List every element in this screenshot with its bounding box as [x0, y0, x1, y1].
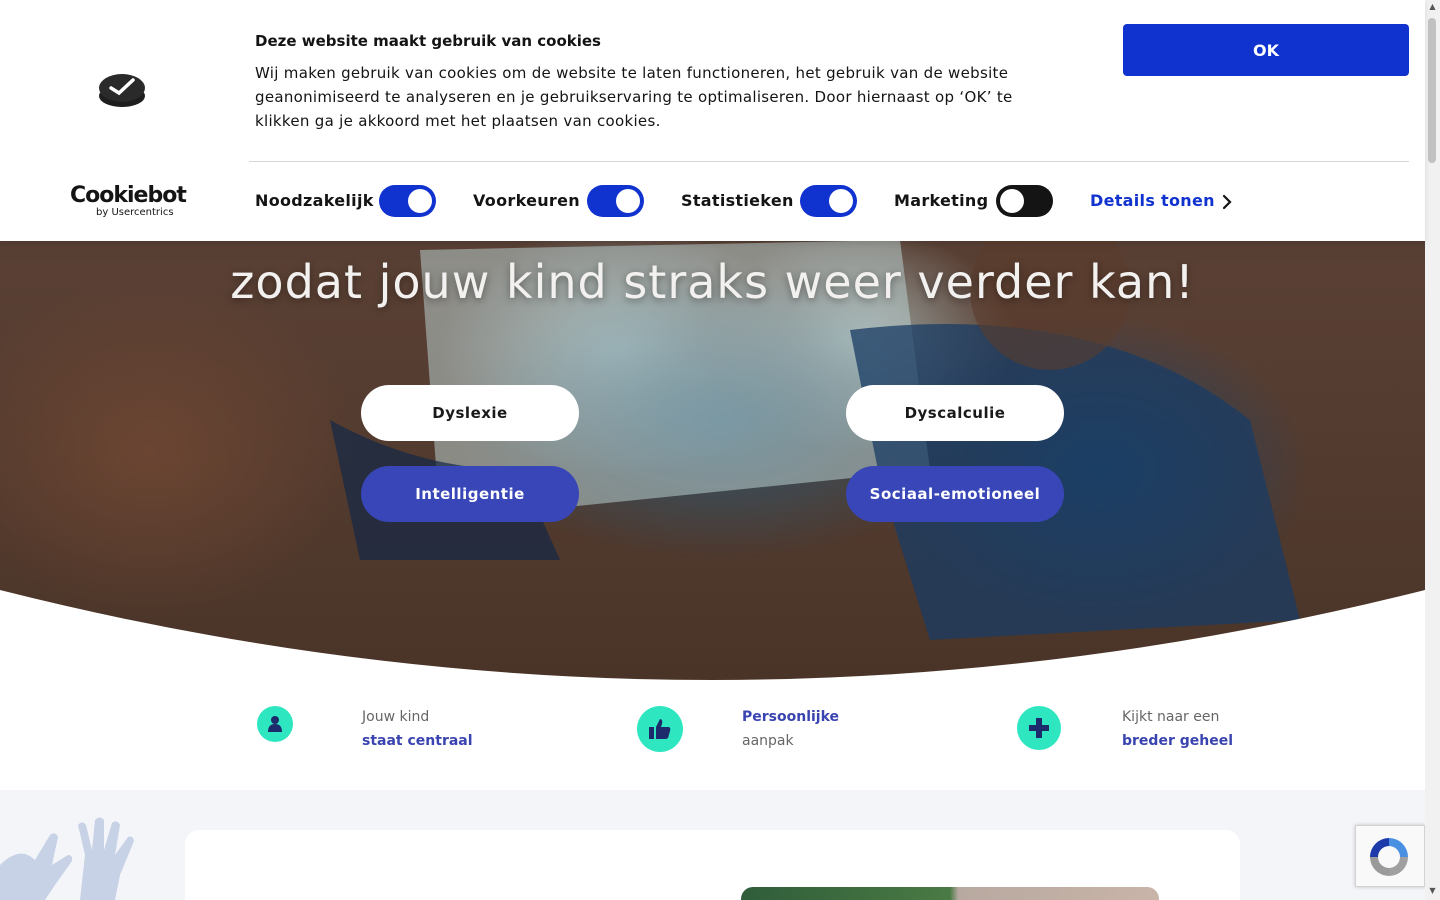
feature-thumbs	[637, 706, 683, 752]
toggle-knob	[616, 189, 640, 213]
user-icon	[268, 716, 282, 732]
details-link[interactable]: Details tonen	[1090, 191, 1215, 210]
intelligentie-button[interactable]: Intelligentie	[361, 466, 579, 522]
feature-3-line2: breder geheel	[1122, 733, 1233, 749]
thumbs-up-icon	[649, 719, 671, 739]
cookiebot-logo: Cookiebot by Usercentrics	[70, 183, 187, 219]
dyslexie-button[interactable]: Dyslexie	[361, 385, 579, 441]
toggle-marketing[interactable]	[996, 185, 1053, 217]
hands-decoration	[0, 817, 134, 900]
toggle-noodzakelijk[interactable]	[379, 185, 436, 217]
toggle-statistieken[interactable]	[800, 185, 857, 217]
feature-2-line2: aanpak	[742, 733, 794, 749]
toggle-label-statistieken: Statistieken	[681, 191, 794, 210]
hero-headline: zodat jouw kind straks weer verder kan!	[230, 255, 1195, 309]
toggle-label-marketing: Marketing	[894, 191, 989, 210]
cookie-banner: Deze website maakt gebruik van cookies W…	[0, 0, 1425, 241]
feature-plus	[1017, 706, 1061, 750]
toggle-knob	[1000, 189, 1024, 213]
toggle-knob	[829, 189, 853, 213]
feature-2-line1: Persoonlijke	[742, 709, 840, 725]
scrollbar-thumb[interactable]	[1428, 18, 1436, 163]
feature-1-line2: staat centraal	[362, 733, 473, 749]
scroll-up-arrow-icon[interactable]: ▲	[1427, 2, 1438, 12]
hero-curve	[0, 590, 1425, 690]
toggle-voorkeuren[interactable]	[587, 185, 644, 217]
ok-button[interactable]: OK	[1123, 24, 1409, 76]
feature-user	[257, 706, 293, 742]
recaptcha-badge[interactable]	[1355, 825, 1425, 887]
scroll-down-arrow-icon[interactable]: ▼	[1427, 886, 1438, 896]
sociaal-emotioneel-button[interactable]: Sociaal-emotioneel	[846, 466, 1064, 522]
cookie-divider	[249, 161, 1409, 162]
dyscalculie-button[interactable]: Dyscalculie	[846, 385, 1064, 441]
site-logo-icon	[99, 74, 145, 107]
toggle-label-voorkeuren: Voorkeuren	[473, 191, 580, 210]
cookiebot-subtitle: by Usercentrics	[96, 207, 174, 218]
feature-1-line1: Jouw kind	[362, 709, 430, 725]
toggle-knob	[408, 189, 432, 213]
toggle-label-noodzakelijk: Noodzakelijk	[255, 191, 374, 210]
plus-icon	[1029, 718, 1049, 738]
cookiebot-wordmark: Cookiebot	[70, 183, 187, 208]
cookie-description: Wij maken gebruik van cookies om de webs…	[255, 64, 1013, 130]
card-image	[741, 887, 1159, 900]
chevron-right-icon[interactable]	[1220, 193, 1234, 211]
feature-3-line1: Kijkt naar een	[1122, 709, 1220, 725]
cookie-title: Deze website maakt gebruik van cookies	[255, 32, 601, 50]
recaptcha-icon	[1370, 838, 1408, 876]
